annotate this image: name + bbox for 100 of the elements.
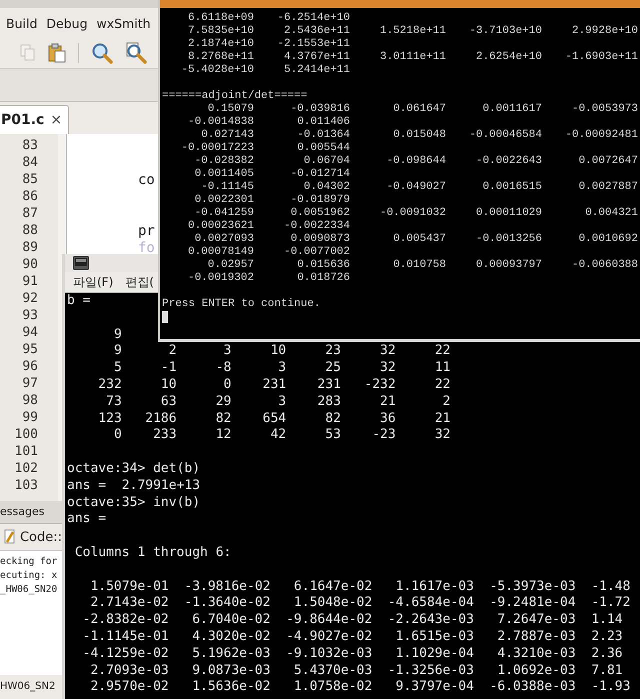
matrix-value: -3.9816e-02 (183, 578, 270, 596)
matrix-value: 12 (214, 427, 232, 444)
matrix-value: 4.3020e-02 (191, 628, 270, 646)
matrix-value: 0.005437 (392, 233, 446, 246)
matrix-value: 0 (112, 427, 122, 444)
matrix-value: -0.00046584 (468, 129, 542, 142)
line-number: 100 (14, 427, 38, 442)
matrix-value: -9.2481e-04 (488, 595, 576, 612)
menu-item[interactable]: Debug (46, 16, 88, 30)
matrix-value: 2.7887e-03 (496, 628, 576, 646)
matrix-value: 0.005544 (296, 142, 350, 155)
matrix-value: 1.5636e-02 (191, 679, 270, 696)
pencil-icon (4, 529, 16, 545)
menu-item[interactable]: Build (6, 16, 38, 30)
tab-label[interactable]: P01.c (1, 112, 44, 128)
search-icon[interactable] (91, 42, 113, 64)
line-number: 103 (14, 478, 38, 493)
matrix-value: -0.0053973 (570, 103, 638, 116)
matrix-value: -0.11145 (200, 181, 254, 194)
matrix-value: 0.00093797 (474, 259, 542, 272)
matrix-value: 5 (112, 360, 122, 377)
matrix-value: -2.8382e-02 (82, 612, 169, 629)
editor-tab[interactable]: P01.c × (0, 105, 70, 134)
line-number: 96 (21, 359, 38, 374)
matrix-value: 0.04302 (302, 181, 350, 194)
line-number: 89 (21, 240, 38, 255)
menu-item[interactable]: wxSmith (96, 16, 151, 30)
matrix-value: 53 (324, 427, 341, 444)
replace-icon[interactable] (125, 42, 147, 64)
matrix-value: 0.0016515 (482, 181, 542, 194)
matrix-value: 123 (97, 410, 122, 428)
matrix-value: 0.00078149 (186, 246, 254, 259)
menu-item[interactable]: 편집( (125, 274, 154, 290)
matrix-value: 0.0010692 (578, 233, 638, 246)
matrix-value: 32 (379, 360, 396, 377)
line-number: 99 (21, 410, 38, 425)
matrix-value: -23 (371, 427, 396, 444)
matrix-value: -0.028382 (194, 155, 254, 168)
panel-tab[interactable]: essages (0, 501, 62, 524)
matrix-value: 0.027143 (200, 129, 254, 142)
matrix-value: -0.0022643 (474, 155, 542, 168)
matrix-value: 0.00023621 (186, 220, 254, 233)
matrix-value: 232 (97, 376, 122, 394)
line-number: 88 (21, 223, 38, 238)
matrix-value: 36 (379, 410, 396, 428)
close-button[interactable]: × (50, 112, 62, 128)
matrix-value: 231 (262, 376, 286, 394)
console-line: ======adjoint/det===== (161, 90, 308, 103)
matrix-value: -1.3256e-03 (386, 662, 474, 680)
matrix-value: 0.02957 (206, 259, 254, 272)
matrix-value: -6.0388e-03 (488, 679, 576, 696)
matrix-value: 0 (222, 376, 232, 394)
menu-item[interactable]: 파일(F) (73, 274, 114, 290)
matrix-value: -4.6584e-04 (386, 595, 474, 612)
code-text: co (138, 172, 155, 188)
paste-icon[interactable] (48, 43, 66, 63)
matrix-value: 1.5048e-02 (292, 595, 372, 612)
matrix-value: 0.015636 (296, 259, 350, 272)
matrix-value: 233 (152, 427, 177, 444)
matrix-value: -4.1259e-02 (82, 646, 169, 663)
matrix-value: -0.0077002 (282, 246, 350, 259)
matrix-value: 9.0873e-03 (191, 662, 270, 680)
matrix-value: -5.4028e+10 (180, 64, 254, 77)
matrix-value: -0.098644 (386, 155, 446, 168)
matrix-value: -1.72 (590, 595, 630, 612)
matrix-value: 654 (262, 410, 286, 428)
matrix-value: 11 (434, 360, 450, 377)
matrix-value: 2 (442, 394, 450, 411)
matrix-value: -1.1145e-01 (82, 628, 169, 646)
log-tab[interactable]: Code:: (20, 530, 62, 544)
matrix-value: 0.0011405 (194, 168, 254, 181)
code-text: pr (138, 222, 155, 238)
line-number: 102 (14, 461, 38, 476)
log-line: ecuting: x (0, 569, 58, 583)
code-text: fo (138, 240, 155, 256)
matrix-value: 1.0758e-02 (292, 679, 372, 696)
matrix-value: 0.018726 (296, 272, 350, 285)
matrix-value: 22 (434, 343, 450, 360)
matrix-value: -0.0091032 (378, 207, 446, 220)
terminal-line: ans = (67, 511, 106, 528)
matrix-value: 5.1962e-03 (191, 646, 270, 663)
matrix-value: 9.3797e-04 (394, 679, 474, 696)
matrix-value: 32 (434, 427, 450, 444)
matrix-value: 3 (222, 343, 232, 360)
matrix-value: 1.6515e-03 (394, 628, 474, 646)
matrix-value: 0.0011617 (482, 103, 542, 116)
matrix-value: -9.8644e-02 (285, 612, 372, 629)
matrix-value: -3.7103e+10 (468, 25, 542, 38)
log-line: ecking for (0, 555, 58, 569)
matrix-value: 1.5079e-01 (89, 578, 169, 596)
matrix-value: 1.1617e-03 (394, 578, 474, 596)
terminal-line: ans = 2.7991e+13 (67, 478, 200, 495)
matrix-value: -1.93 (590, 679, 630, 696)
matrix-value: -0.0013256 (474, 233, 542, 246)
matrix-value: 2.23 (590, 628, 623, 646)
matrix-value: 5.4370e-03 (292, 662, 372, 680)
matrix-value: 231 (316, 376, 341, 394)
matrix-value: -0.049027 (386, 181, 446, 194)
matrix-value: 10 (160, 376, 177, 394)
matrix-value: 0.011406 (296, 116, 350, 129)
